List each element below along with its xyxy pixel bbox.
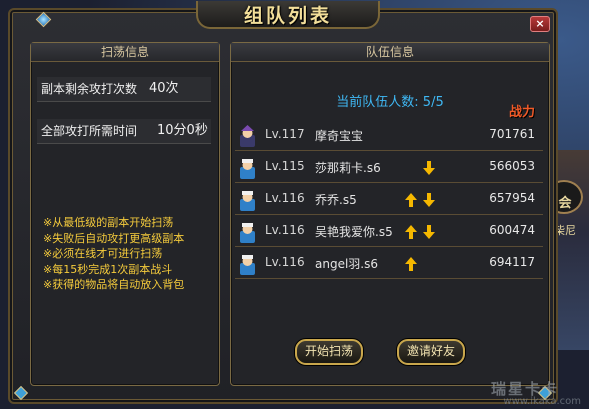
window-title: 组队列表 [243, 5, 332, 27]
move-up-icon[interactable] [405, 257, 417, 271]
tip-line: ※获得的物品将自动放入背包 [43, 278, 185, 291]
remaining-attempts-label: 副本剩余攻打次数 [41, 82, 138, 96]
member-power: 566053 [489, 159, 535, 173]
member-level: Lv.116 [265, 191, 305, 205]
move-up-icon[interactable] [405, 225, 417, 239]
team-member-row[interactable]: Lv.116 吴艳我爱你.s5 600474 [235, 219, 543, 247]
team-info-panel: 队伍信息 当前队伍人数: 5/5 战力 Lv.117 摩奇宝宝 701761 L… [230, 42, 550, 386]
member-level: Lv.116 [265, 223, 305, 237]
team-list-window: 组队列表 × 扫荡信息 副本剩余攻打次数 40次 全部攻打所需时间 10分0秒 … [8, 1, 558, 404]
member-avatar-icon [240, 223, 255, 243]
move-down-icon[interactable] [423, 193, 435, 207]
member-name: 吴艳我爱你.s5 [315, 225, 393, 239]
member-avatar-icon [240, 191, 255, 211]
remaining-attempts-value: 40次 [149, 81, 179, 96]
team-member-row[interactable]: Lv.117 摩奇宝宝 701761 [235, 123, 543, 151]
leader-avatar-icon [240, 125, 255, 147]
member-power: 694117 [489, 255, 535, 269]
member-power: 701761 [489, 127, 535, 141]
title-plate: 组队列表 [196, 1, 380, 29]
corner-gem-icon [35, 11, 52, 28]
team-member-row[interactable]: Lv.116 乔乔.s5 657954 [235, 187, 543, 215]
member-name: 乔乔.s5 [315, 193, 357, 207]
power-column-header: 战力 [508, 105, 535, 120]
member-power: 600474 [489, 223, 535, 237]
invite-friends-button[interactable]: 邀请好友 [397, 339, 465, 365]
tip-line: ※从最低级的副本开始扫荡 [43, 216, 174, 229]
close-button[interactable]: × [530, 16, 550, 32]
sweep-info-panel: 扫荡信息 副本剩余攻打次数 40次 全部攻打所需时间 10分0秒 ※从最低级的副… [30, 42, 220, 386]
member-power: 657954 [489, 191, 535, 205]
team-info-header: 队伍信息 [231, 43, 549, 62]
total-time-row: 全部攻打所需时间 10分0秒 [37, 119, 211, 144]
sweep-tips: ※从最低级的副本开始扫荡 ※失败后自动攻打更高级副本 ※必须在线才可进行扫荡 ※… [43, 215, 184, 293]
member-name: 莎那莉卡.s6 [315, 161, 381, 175]
total-time-value: 10分0秒 [157, 123, 208, 138]
member-level: Lv.115 [265, 159, 305, 173]
team-member-row[interactable]: Lv.115 莎那莉卡.s6 566053 [235, 155, 543, 183]
member-avatar-icon [240, 255, 255, 275]
member-avatar-icon [240, 159, 255, 179]
move-down-icon[interactable] [423, 225, 435, 239]
member-level: Lv.116 [265, 255, 305, 269]
remaining-attempts-row: 副本剩余攻打次数 40次 [37, 77, 211, 102]
move-down-icon[interactable] [423, 161, 435, 175]
member-name: angel羽.s6 [315, 257, 378, 271]
tip-line: ※失败后自动攻打更高级副本 [43, 231, 185, 245]
start-sweep-button[interactable]: 开始扫荡 [295, 339, 363, 365]
tip-line: ※必须在线才可进行扫荡 [43, 247, 163, 260]
member-level: Lv.117 [265, 127, 305, 141]
watermark-url: www.ikaka.com [503, 396, 581, 407]
move-up-icon[interactable] [405, 193, 417, 207]
corner-gem-icon [13, 385, 29, 401]
team-member-row[interactable]: Lv.116 angel羽.s6 694117 [235, 251, 543, 279]
total-time-label: 全部攻打所需时间 [41, 124, 138, 138]
member-name: 摩奇宝宝 [315, 129, 364, 143]
member-count: 当前队伍人数: 5/5 [336, 95, 444, 110]
tip-line: ※每15秒完成1次副本战斗 [43, 262, 173, 276]
sweep-info-header: 扫荡信息 [31, 43, 219, 62]
